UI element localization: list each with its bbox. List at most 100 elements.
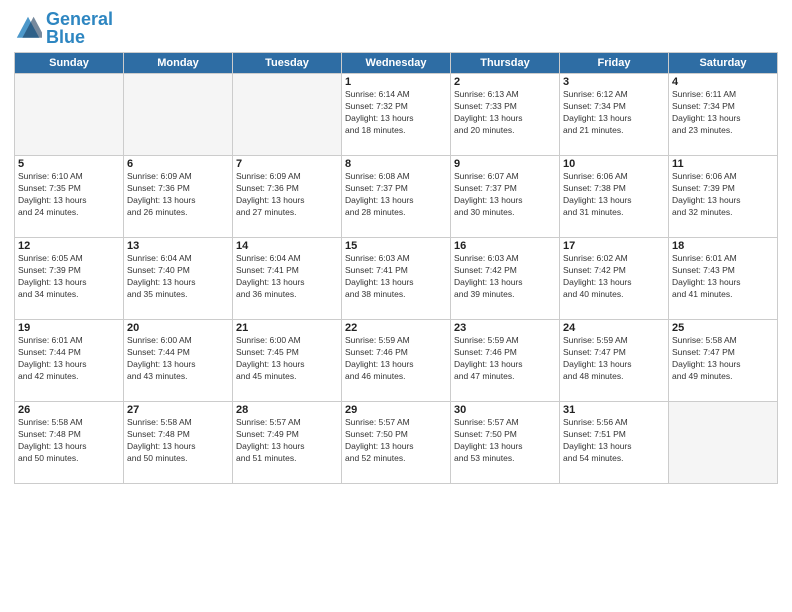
- day-info: Sunrise: 5:58 AM Sunset: 7:48 PM Dayligh…: [127, 417, 229, 465]
- day-info: Sunrise: 5:59 AM Sunset: 7:46 PM Dayligh…: [345, 335, 447, 383]
- day-number: 29: [345, 404, 447, 416]
- calendar-cell: 5Sunrise: 6:10 AM Sunset: 7:35 PM Daylig…: [15, 156, 124, 238]
- day-info: Sunrise: 6:02 AM Sunset: 7:42 PM Dayligh…: [563, 253, 665, 301]
- day-number: 23: [454, 322, 556, 334]
- calendar-cell: 24Sunrise: 5:59 AM Sunset: 7:47 PM Dayli…: [560, 320, 669, 402]
- day-info: Sunrise: 5:59 AM Sunset: 7:46 PM Dayligh…: [454, 335, 556, 383]
- page: GeneralBlue SundayMondayTuesdayWednesday…: [0, 0, 792, 612]
- calendar-table: SundayMondayTuesdayWednesdayThursdayFrid…: [14, 52, 778, 484]
- calendar-cell: 15Sunrise: 6:03 AM Sunset: 7:41 PM Dayli…: [342, 238, 451, 320]
- header: GeneralBlue: [14, 10, 778, 46]
- calendar-cell: 30Sunrise: 5:57 AM Sunset: 7:50 PM Dayli…: [451, 402, 560, 484]
- calendar-cell: 21Sunrise: 6:00 AM Sunset: 7:45 PM Dayli…: [233, 320, 342, 402]
- logo: GeneralBlue: [14, 10, 113, 46]
- day-info: Sunrise: 5:57 AM Sunset: 7:50 PM Dayligh…: [345, 417, 447, 465]
- weekday-header-monday: Monday: [124, 53, 233, 74]
- day-number: 16: [454, 240, 556, 252]
- day-info: Sunrise: 6:08 AM Sunset: 7:37 PM Dayligh…: [345, 171, 447, 219]
- calendar-cell: 31Sunrise: 5:56 AM Sunset: 7:51 PM Dayli…: [560, 402, 669, 484]
- logo-text: GeneralBlue: [46, 10, 113, 46]
- day-number: 13: [127, 240, 229, 252]
- day-info: Sunrise: 5:58 AM Sunset: 7:48 PM Dayligh…: [18, 417, 120, 465]
- day-number: 26: [18, 404, 120, 416]
- day-info: Sunrise: 6:12 AM Sunset: 7:34 PM Dayligh…: [563, 89, 665, 137]
- day-info: Sunrise: 6:14 AM Sunset: 7:32 PM Dayligh…: [345, 89, 447, 137]
- calendar-cell: 1Sunrise: 6:14 AM Sunset: 7:32 PM Daylig…: [342, 74, 451, 156]
- calendar-cell: [669, 402, 778, 484]
- week-row-3: 19Sunrise: 6:01 AM Sunset: 7:44 PM Dayli…: [15, 320, 778, 402]
- day-info: Sunrise: 6:01 AM Sunset: 7:43 PM Dayligh…: [672, 253, 774, 301]
- day-number: 18: [672, 240, 774, 252]
- calendar-cell: 27Sunrise: 5:58 AM Sunset: 7:48 PM Dayli…: [124, 402, 233, 484]
- calendar-cell: 26Sunrise: 5:58 AM Sunset: 7:48 PM Dayli…: [15, 402, 124, 484]
- calendar-cell: 6Sunrise: 6:09 AM Sunset: 7:36 PM Daylig…: [124, 156, 233, 238]
- day-info: Sunrise: 6:03 AM Sunset: 7:41 PM Dayligh…: [345, 253, 447, 301]
- day-number: 3: [563, 76, 665, 88]
- weekday-header-friday: Friday: [560, 53, 669, 74]
- day-info: Sunrise: 6:00 AM Sunset: 7:45 PM Dayligh…: [236, 335, 338, 383]
- calendar-cell: 9Sunrise: 6:07 AM Sunset: 7:37 PM Daylig…: [451, 156, 560, 238]
- day-number: 30: [454, 404, 556, 416]
- weekday-header-wednesday: Wednesday: [342, 53, 451, 74]
- day-info: Sunrise: 5:58 AM Sunset: 7:47 PM Dayligh…: [672, 335, 774, 383]
- day-info: Sunrise: 6:09 AM Sunset: 7:36 PM Dayligh…: [127, 171, 229, 219]
- calendar-cell: 12Sunrise: 6:05 AM Sunset: 7:39 PM Dayli…: [15, 238, 124, 320]
- weekday-header-sunday: Sunday: [15, 53, 124, 74]
- calendar-cell: 22Sunrise: 5:59 AM Sunset: 7:46 PM Dayli…: [342, 320, 451, 402]
- day-info: Sunrise: 6:06 AM Sunset: 7:38 PM Dayligh…: [563, 171, 665, 219]
- day-info: Sunrise: 6:07 AM Sunset: 7:37 PM Dayligh…: [454, 171, 556, 219]
- calendar-cell: 25Sunrise: 5:58 AM Sunset: 7:47 PM Dayli…: [669, 320, 778, 402]
- weekday-header-thursday: Thursday: [451, 53, 560, 74]
- day-number: 14: [236, 240, 338, 252]
- day-number: 22: [345, 322, 447, 334]
- calendar-cell: 2Sunrise: 6:13 AM Sunset: 7:33 PM Daylig…: [451, 74, 560, 156]
- day-number: 9: [454, 158, 556, 170]
- day-number: 2: [454, 76, 556, 88]
- calendar-cell: 4Sunrise: 6:11 AM Sunset: 7:34 PM Daylig…: [669, 74, 778, 156]
- calendar-cell: [15, 74, 124, 156]
- day-number: 4: [672, 76, 774, 88]
- day-info: Sunrise: 5:57 AM Sunset: 7:50 PM Dayligh…: [454, 417, 556, 465]
- week-row-1: 5Sunrise: 6:10 AM Sunset: 7:35 PM Daylig…: [15, 156, 778, 238]
- day-number: 15: [345, 240, 447, 252]
- calendar-cell: [124, 74, 233, 156]
- weekday-header-tuesday: Tuesday: [233, 53, 342, 74]
- calendar-cell: 7Sunrise: 6:09 AM Sunset: 7:36 PM Daylig…: [233, 156, 342, 238]
- calendar-cell: 14Sunrise: 6:04 AM Sunset: 7:41 PM Dayli…: [233, 238, 342, 320]
- calendar-cell: 28Sunrise: 5:57 AM Sunset: 7:49 PM Dayli…: [233, 402, 342, 484]
- day-info: Sunrise: 6:06 AM Sunset: 7:39 PM Dayligh…: [672, 171, 774, 219]
- calendar-cell: 10Sunrise: 6:06 AM Sunset: 7:38 PM Dayli…: [560, 156, 669, 238]
- calendar-cell: [233, 74, 342, 156]
- calendar-cell: 8Sunrise: 6:08 AM Sunset: 7:37 PM Daylig…: [342, 156, 451, 238]
- day-number: 19: [18, 322, 120, 334]
- day-info: Sunrise: 6:01 AM Sunset: 7:44 PM Dayligh…: [18, 335, 120, 383]
- day-number: 11: [672, 158, 774, 170]
- weekday-header-row: SundayMondayTuesdayWednesdayThursdayFrid…: [15, 53, 778, 74]
- day-info: Sunrise: 6:13 AM Sunset: 7:33 PM Dayligh…: [454, 89, 556, 137]
- day-number: 17: [563, 240, 665, 252]
- day-number: 7: [236, 158, 338, 170]
- day-info: Sunrise: 5:59 AM Sunset: 7:47 PM Dayligh…: [563, 335, 665, 383]
- day-info: Sunrise: 6:10 AM Sunset: 7:35 PM Dayligh…: [18, 171, 120, 219]
- day-info: Sunrise: 6:04 AM Sunset: 7:40 PM Dayligh…: [127, 253, 229, 301]
- day-info: Sunrise: 6:03 AM Sunset: 7:42 PM Dayligh…: [454, 253, 556, 301]
- day-info: Sunrise: 5:56 AM Sunset: 7:51 PM Dayligh…: [563, 417, 665, 465]
- calendar-cell: 19Sunrise: 6:01 AM Sunset: 7:44 PM Dayli…: [15, 320, 124, 402]
- day-number: 10: [563, 158, 665, 170]
- day-number: 25: [672, 322, 774, 334]
- day-number: 8: [345, 158, 447, 170]
- day-number: 21: [236, 322, 338, 334]
- logo-icon: [14, 14, 42, 42]
- calendar-cell: 13Sunrise: 6:04 AM Sunset: 7:40 PM Dayli…: [124, 238, 233, 320]
- day-info: Sunrise: 6:00 AM Sunset: 7:44 PM Dayligh…: [127, 335, 229, 383]
- calendar-cell: 20Sunrise: 6:00 AM Sunset: 7:44 PM Dayli…: [124, 320, 233, 402]
- day-number: 1: [345, 76, 447, 88]
- calendar-cell: 23Sunrise: 5:59 AM Sunset: 7:46 PM Dayli…: [451, 320, 560, 402]
- day-number: 31: [563, 404, 665, 416]
- day-info: Sunrise: 6:11 AM Sunset: 7:34 PM Dayligh…: [672, 89, 774, 137]
- calendar-cell: 11Sunrise: 6:06 AM Sunset: 7:39 PM Dayli…: [669, 156, 778, 238]
- calendar-cell: 18Sunrise: 6:01 AM Sunset: 7:43 PM Dayli…: [669, 238, 778, 320]
- calendar-cell: 29Sunrise: 5:57 AM Sunset: 7:50 PM Dayli…: [342, 402, 451, 484]
- day-number: 24: [563, 322, 665, 334]
- day-number: 20: [127, 322, 229, 334]
